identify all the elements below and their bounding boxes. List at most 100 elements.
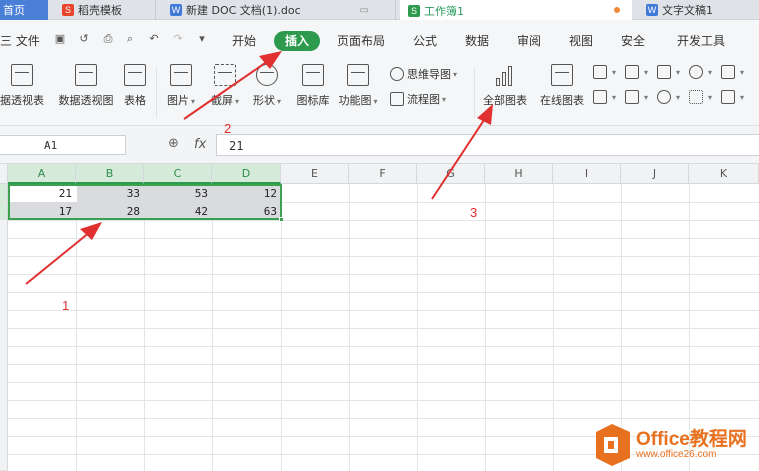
- mind-map-button[interactable]: 思维导图 ▾: [390, 66, 457, 82]
- select-all-corner[interactable]: [0, 164, 8, 184]
- cell-b1[interactable]: 33: [76, 186, 144, 202]
- combo-chart-button[interactable]: ▾: [625, 90, 648, 104]
- print-preview-icon[interactable]: ⌕: [124, 33, 136, 45]
- formula-input[interactable]: 21: [216, 134, 759, 156]
- line-chart-icon: [657, 65, 671, 79]
- column-header-e[interactable]: E: [281, 164, 349, 184]
- scatter-chart-button[interactable]: ▾: [689, 90, 712, 104]
- all-charts-button[interactable]: 全部图表: [480, 64, 530, 108]
- grid-line: [8, 400, 759, 401]
- row-header[interactable]: [0, 184, 8, 202]
- watermark: Office教程网 www.office26.com: [590, 420, 759, 471]
- fx-icon[interactable]: fx: [194, 137, 206, 152]
- column-header-c[interactable]: C: [144, 164, 212, 184]
- grid-line: [485, 184, 486, 471]
- menu-page-layout[interactable]: 页面布局: [337, 32, 385, 49]
- column-header-f[interactable]: F: [349, 164, 417, 184]
- pivot-table-button[interactable]: 据透视表: [0, 64, 48, 108]
- cell-a1[interactable]: 21: [8, 186, 76, 202]
- column-header-a[interactable]: A: [8, 164, 76, 184]
- flowchart-button[interactable]: 流程图 ▾: [390, 91, 446, 107]
- zoom-formula-icon[interactable]: ⊕: [168, 136, 179, 151]
- monitor-icon[interactable]: ▭: [360, 5, 369, 16]
- menu-data[interactable]: 数据: [465, 32, 489, 49]
- pivot-chart-icon: [75, 64, 97, 86]
- menu-formulas[interactable]: 公式: [413, 32, 437, 49]
- save-icon[interactable]: ▣: [54, 33, 66, 45]
- column-chart-button[interactable]: ▾: [593, 65, 616, 79]
- column-header-d[interactable]: D: [212, 164, 281, 184]
- tab-workbook[interactable]: S 工作簿1: [400, 0, 632, 21]
- tab-home[interactable]: 首页: [0, 0, 48, 20]
- pivot-chart-button[interactable]: 数据透视图: [56, 64, 116, 108]
- radar-chart-button[interactable]: ▾: [689, 65, 712, 79]
- column-header-k[interactable]: K: [689, 164, 759, 184]
- tab-doc-label: 新建 DOC 文档(1).doc: [186, 4, 301, 17]
- menu-security[interactable]: 安全: [621, 32, 645, 49]
- cell-d2[interactable]: 63: [212, 204, 281, 220]
- icon-library-button[interactable]: 图标库: [296, 64, 330, 108]
- bar-chart-button[interactable]: ▾: [625, 65, 648, 79]
- grid-line: [417, 184, 418, 471]
- screenshot-button[interactable]: 截屏 ▾: [206, 64, 244, 108]
- function-chart-button[interactable]: 功能图 ▾: [338, 64, 378, 108]
- online-chart-icon: [551, 64, 573, 86]
- spreadsheet-icon: S: [408, 4, 420, 17]
- cell-a2[interactable]: 17: [8, 204, 76, 220]
- insert-ribbon: 据透视表 数据透视图 表格 图片 ▾ 截屏 ▾ 形状 ▾ 图标库 功能图 ▾ 思维导图 ▾…: [0, 60, 759, 126]
- shapes-label: 形状: [252, 94, 275, 107]
- print-icon[interactable]: ⎙: [102, 33, 114, 45]
- tab-word[interactable]: W 文字文稿1: [638, 0, 759, 20]
- menu-view[interactable]: 视图: [569, 32, 593, 49]
- redo-icon[interactable]: ↷: [172, 33, 184, 45]
- histogram-chart-button[interactable]: ▾: [721, 90, 744, 104]
- menu-review[interactable]: 审阅: [517, 32, 541, 49]
- grid-line: [8, 310, 759, 311]
- undo-icon[interactable]: ↶: [148, 33, 160, 45]
- combo-chart-icon: [625, 90, 639, 104]
- stock-chart-button[interactable]: ▾: [593, 90, 616, 104]
- grid-line: [349, 184, 350, 471]
- menu-home[interactable]: 开始: [232, 32, 256, 49]
- shapes-button[interactable]: 形状 ▾: [250, 64, 284, 108]
- all-charts-label: 全部图表: [483, 94, 527, 107]
- column-header-b[interactable]: B: [76, 164, 144, 184]
- tab-docer[interactable]: S 稻壳模板: [56, 0, 156, 20]
- file-menu[interactable]: 三 文件: [0, 32, 40, 49]
- column-header-g[interactable]: G: [417, 164, 485, 184]
- row-header[interactable]: [0, 202, 8, 220]
- line-chart-button[interactable]: ▾: [657, 65, 680, 79]
- column-header-h[interactable]: H: [485, 164, 553, 184]
- ribbon-divider: [474, 68, 475, 118]
- grid-line: [281, 184, 282, 471]
- grid-line: [144, 184, 145, 471]
- column-header-j[interactable]: J: [621, 164, 689, 184]
- picture-button[interactable]: 图片 ▾: [164, 64, 198, 108]
- chevron-down-icon[interactable]: ▾: [44, 140, 121, 149]
- undo-history-icon[interactable]: ↺: [78, 33, 90, 45]
- histogram-chart-icon: [721, 90, 735, 104]
- name-box[interactable]: A1 ▾: [0, 135, 126, 155]
- menu-insert[interactable]: 插入: [274, 31, 320, 51]
- annotation-label-1: 1: [62, 298, 70, 313]
- cell-c1[interactable]: 53: [144, 186, 212, 202]
- row-header-column[interactable]: [0, 220, 8, 471]
- online-charts-button[interactable]: 在线图表: [537, 64, 587, 108]
- column-header-i[interactable]: I: [553, 164, 621, 184]
- word-doc-icon: W: [646, 4, 658, 16]
- function-chart-icon: [347, 64, 369, 86]
- table-icon: [124, 64, 146, 86]
- cell-c2[interactable]: 42: [144, 204, 212, 220]
- chevron-down-icon[interactable]: ▾: [196, 33, 208, 45]
- cell-d1[interactable]: 12: [212, 186, 281, 202]
- picture-icon: [170, 64, 192, 86]
- table-button[interactable]: 表格: [120, 64, 150, 108]
- area-chart-icon: [721, 65, 735, 79]
- mind-map-label: 思维导图: [407, 68, 451, 81]
- tab-docer-label: 稻壳模板: [78, 4, 122, 17]
- menu-developer[interactable]: 开发工具: [677, 32, 725, 49]
- pie-chart-button[interactable]: ▾: [657, 90, 680, 104]
- area-chart-button[interactable]: ▾: [721, 65, 744, 79]
- cell-b2[interactable]: 28: [76, 204, 144, 220]
- tab-doc[interactable]: W 新建 DOC 文档(1).doc ▭: [156, 0, 396, 20]
